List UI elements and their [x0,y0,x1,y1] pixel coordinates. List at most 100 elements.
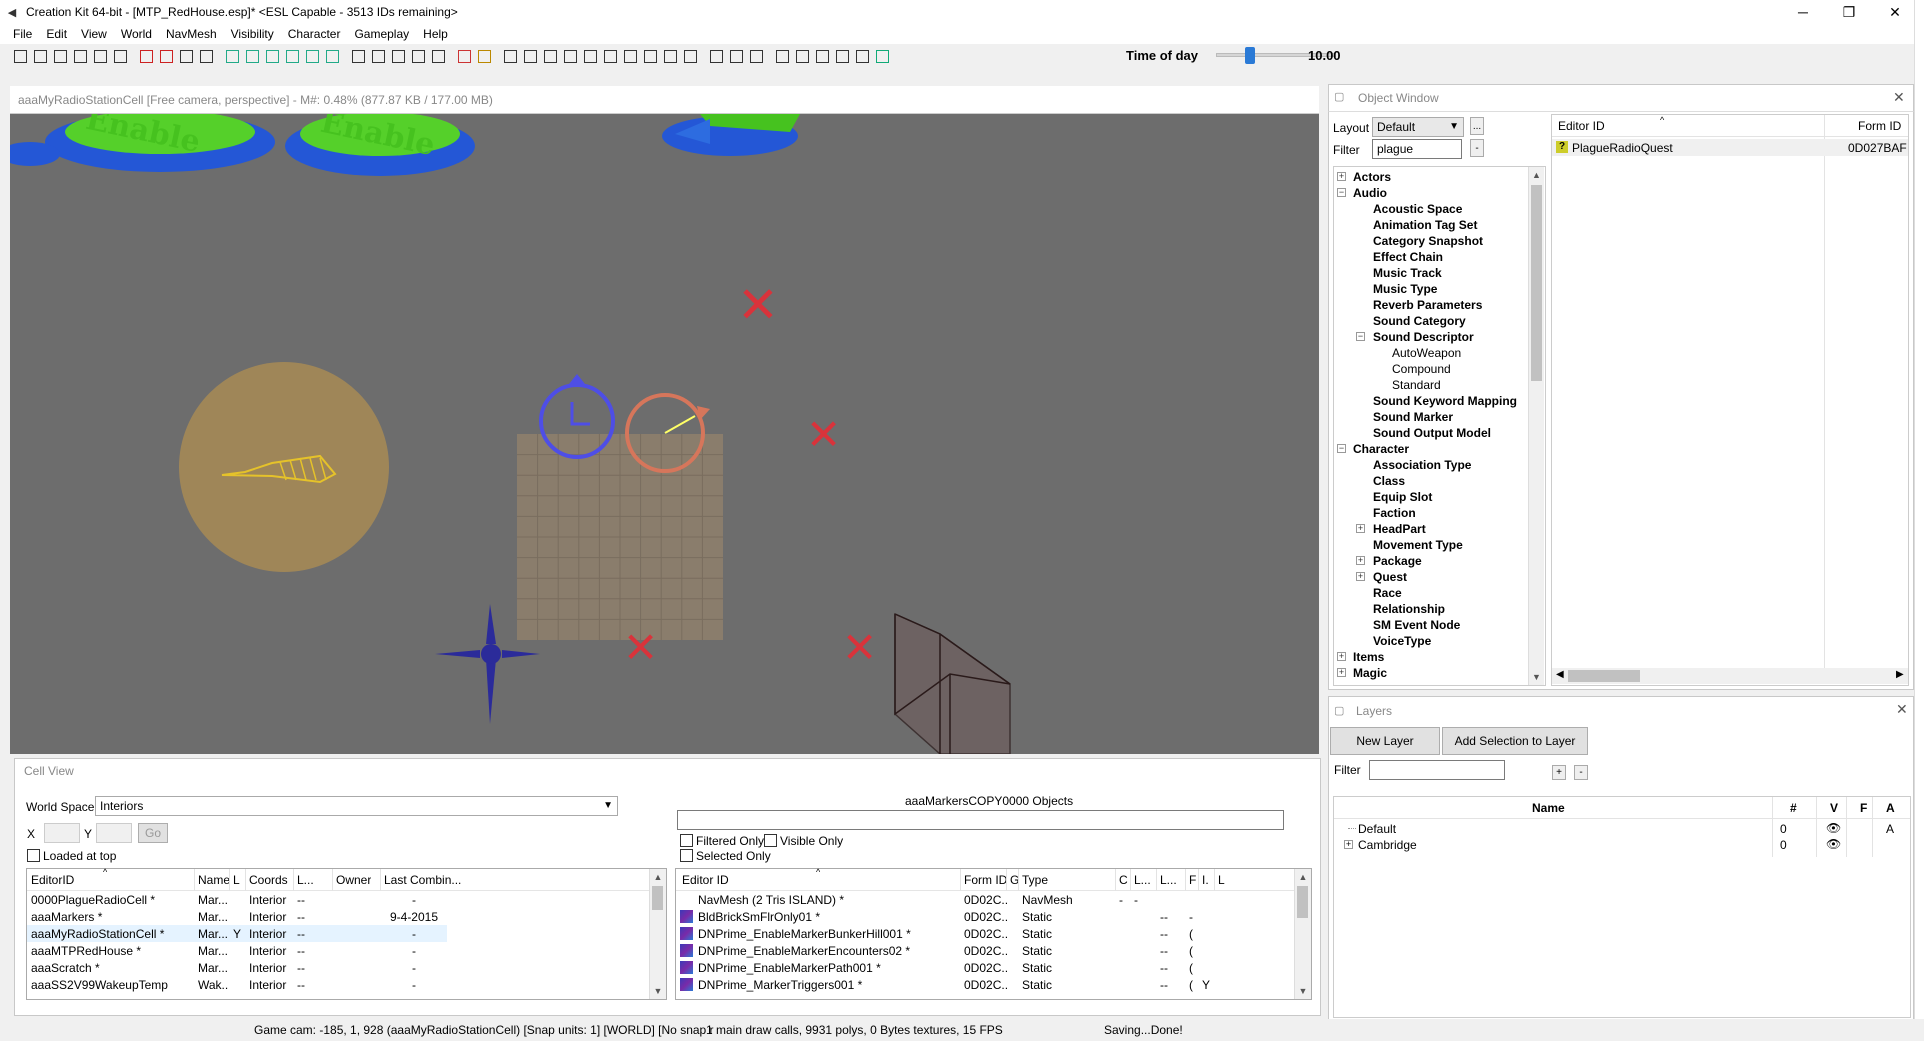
tree-item[interactable]: SM Event Node [1373,617,1460,633]
layer-4-icon[interactable] [834,48,851,65]
cell-list-column[interactable]: Owner [336,873,371,887]
col-visible[interactable]: V [1830,801,1838,815]
layers-minus-button[interactable]: - [1574,765,1588,780]
expand-icon[interactable]: + [1356,572,1365,581]
objects-list-column[interactable]: Editor ID [682,873,729,887]
objects-list-column[interactable]: Type [1022,873,1048,887]
open-icon[interactable] [12,48,29,65]
grid-icon[interactable] [178,48,195,65]
col-frozen[interactable]: F [1860,801,1867,815]
render-1-icon[interactable] [138,48,155,65]
tree-item[interactable]: Magic [1353,665,1387,681]
fog-icon[interactable] [324,48,341,65]
wireframe-icon[interactable] [284,48,301,65]
objects-list-column[interactable]: F [1189,873,1196,887]
tree-item[interactable]: Compound [1392,361,1451,377]
enable-marker-sign[interactable]: Enable [285,114,475,176]
tree-item[interactable]: Music Type [1373,281,1437,297]
tree-item[interactable]: Movement Type [1373,537,1463,553]
preferences-icon[interactable] [72,48,89,65]
tree-item[interactable]: Audio [1353,185,1387,201]
menu-world[interactable]: World [114,27,159,41]
objects-list-column[interactable]: L... [1134,873,1151,887]
expand-icon[interactable]: + [1356,524,1365,533]
x-input[interactable] [44,823,80,843]
scroll-up-icon[interactable]: ▲ [1529,167,1544,183]
eye-icon[interactable]: 👁 [1826,821,1841,835]
scroll-up-icon[interactable]: ▲ [650,869,666,885]
tree-item[interactable]: Package [1373,553,1422,569]
object-list-hscrollbar[interactable]: ◀ ▶ [1552,668,1908,684]
layer-row[interactable]: + Cambridge 0 👁 [1334,837,1910,853]
nav-1-icon[interactable] [456,48,473,65]
col-form-id[interactable]: Form ID [1858,119,1901,133]
sound-marker-sphere[interactable] [179,362,389,572]
layout-select[interactable]: Default ▼ [1372,117,1464,137]
markers-icon[interactable] [304,48,321,65]
marker-9-icon[interactable] [662,48,679,65]
tree-scrollbar[interactable]: ▲ ▼ [1528,167,1544,685]
x-marker[interactable]: ✕ [842,623,877,672]
edit-2-icon[interactable] [728,48,745,65]
objects-filter-input[interactable] [677,810,1284,830]
scroll-down-icon[interactable]: ▼ [1529,669,1544,685]
scroll-right-icon[interactable]: ▶ [1896,669,1904,680]
tree-item[interactable]: AutoWeapon [1392,345,1461,361]
menu-view[interactable]: View [74,27,114,41]
selected-only-checkbox[interactable] [680,849,693,862]
lights-toggle-icon[interactable] [224,48,241,65]
loaded-at-top-checkbox[interactable] [27,849,40,862]
scroll-down-icon[interactable]: ▼ [1295,983,1311,999]
marker-1-icon[interactable] [502,48,519,65]
tree-item[interactable]: Quest [1373,569,1407,585]
tree-item[interactable]: Sound Category [1373,313,1466,329]
scroll-up-icon[interactable]: ▲ [1295,869,1311,885]
water-icon[interactable] [370,48,387,65]
snap-icon[interactable] [198,48,215,65]
menu-navmesh[interactable]: NavMesh [159,27,224,41]
time-of-day-slider-thumb[interactable] [1245,47,1255,64]
save-all-icon[interactable] [52,48,69,65]
cell-row[interactable]: aaaMTPRedHouse * Mar... Interior -- - [27,942,447,959]
edit-1-icon[interactable] [708,48,725,65]
filtered-only-checkbox[interactable] [680,834,693,847]
object-filter-input[interactable] [1372,139,1462,159]
tree-item[interactable]: Sound Output Model [1373,425,1491,441]
world-space-select[interactable]: Interiors ▼ [95,796,618,816]
restore-icon[interactable]: ❐ [1826,0,1872,24]
hscroll-thumb[interactable] [1568,670,1640,682]
sky-icon[interactable] [410,48,427,65]
cell-list-column[interactable]: L... [297,873,314,887]
tree-item[interactable]: Acoustic Space [1373,201,1462,217]
render-2-icon[interactable] [158,48,175,65]
tree-item[interactable]: Reverb Parameters [1373,297,1482,313]
expand-icon[interactable]: + [1356,556,1365,565]
layers-plus-button[interactable]: + [1552,765,1566,780]
menu-gameplay[interactable]: Gameplay [347,27,416,41]
tree-item[interactable]: Association Type [1373,457,1471,473]
object-row[interactable]: DNPrime_EnableMarkerEncounters02 * 0D02C.… [676,942,1294,959]
marker-2-icon[interactable] [522,48,539,65]
layer-5-icon[interactable] [854,48,871,65]
menu-help[interactable]: Help [416,27,455,41]
new-layer-button[interactable]: New Layer [1330,727,1440,755]
nav-2-icon[interactable] [476,48,493,65]
x-marker[interactable]: ✕ [623,623,658,672]
object-list[interactable] [1551,114,1909,686]
box-primitive[interactable] [894,612,1011,754]
object-row[interactable]: DNPrime_MarkerTriggers001 * 0D02C... Stati… [676,976,1294,993]
expand-icon[interactable]: + [1344,840,1353,849]
marker-10-icon[interactable] [682,48,699,65]
cell-row[interactable]: aaaSS2V99WakeupTempWak...Interior--- [27,976,447,993]
object-row[interactable]: DNPrime_EnableMarkerPath001 * 0D02C... Sta… [676,959,1294,976]
tree-item[interactable]: Animation Tag Set [1373,217,1477,233]
tree-item[interactable]: VoiceType [1373,633,1431,649]
scroll-left-icon[interactable]: ◀ [1556,669,1564,680]
cell-list-column[interactable]: Coords [249,873,288,887]
menu-visibility[interactable]: Visibility [224,27,281,41]
landscape-icon[interactable] [244,48,261,65]
close-icon[interactable]: ✕ [1872,0,1918,24]
terrain-icon[interactable] [390,48,407,65]
layer-6-icon[interactable] [874,48,891,65]
scroll-down-icon[interactable]: ▼ [650,983,666,999]
